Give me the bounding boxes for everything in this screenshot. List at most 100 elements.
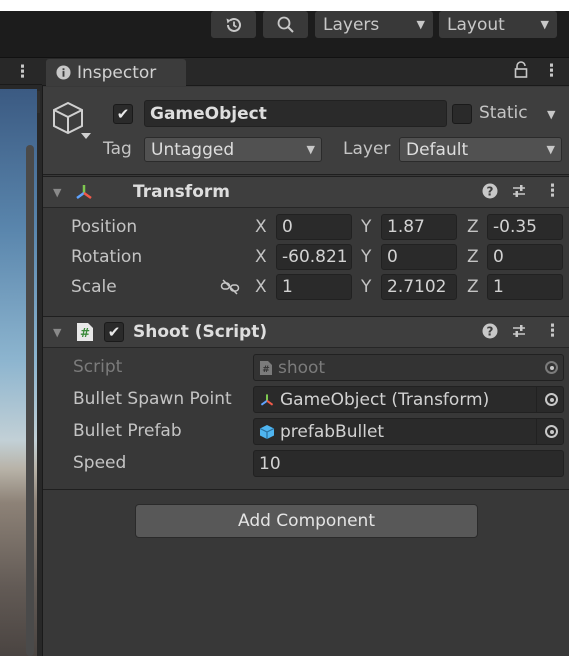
layers-label: Layers <box>323 14 380 35</box>
lock-icon <box>514 61 528 78</box>
static-dropdown-icon[interactable]: ▼ <box>547 108 555 121</box>
scale-x-value: 1 <box>282 277 293 297</box>
position-x-field[interactable]: 0 <box>276 214 352 240</box>
search-icon <box>277 16 294 33</box>
rotation-y-value: 0 <box>387 247 398 267</box>
rotation-y-axis[interactable]: Y <box>361 247 371 267</box>
rotation-z-value: 0 <box>493 247 504 267</box>
rotation-z-field[interactable]: 0 <box>487 244 563 270</box>
divider <box>536 419 537 444</box>
layer-label: Layer <box>343 139 391 159</box>
scale-x-field[interactable]: 1 <box>276 274 352 300</box>
svg-text:?: ? <box>487 185 494 199</box>
script-enabled-checkbox[interactable]: ✔ <box>104 322 124 342</box>
bullet-prefab-value: prefabBullet <box>280 421 385 442</box>
scale-label: Scale <box>71 277 117 297</box>
scale-y-value: 2.7102 <box>387 277 447 297</box>
layout-dropdown[interactable]: Layout ▼ <box>439 11 557 38</box>
rotation-z-axis[interactable]: Z <box>467 247 479 267</box>
speed-label: Speed <box>73 453 127 473</box>
tag-value: Untagged <box>151 139 235 160</box>
svg-text:?: ? <box>487 325 494 339</box>
panel-menu-icon[interactable]: ⋮ <box>14 62 31 82</box>
inspector-tab-label: Inspector <box>77 62 157 83</box>
tag-label: Tag <box>103 139 132 159</box>
bullet-spawn-value: GameObject (Transform) <box>280 389 490 410</box>
scale-z-axis[interactable]: Z <box>467 277 479 297</box>
position-x-axis[interactable]: X <box>255 217 267 237</box>
active-checkbox[interactable]: ✔ <box>113 104 133 124</box>
tag-dropdown[interactable]: Untagged ▼ <box>144 137 322 162</box>
layer-value: Default <box>406 139 469 160</box>
rotation-x-field[interactable]: -60.821 <box>276 244 352 270</box>
object-picker-icon[interactable] <box>545 393 558 406</box>
bullet-spawn-field[interactable]: GameObject (Transform) <box>253 386 564 413</box>
layout-label: Layout <box>447 14 505 35</box>
gameobject-name: GameObject <box>150 103 267 124</box>
position-z-axis[interactable]: Z <box>467 217 479 237</box>
scale-x-axis[interactable]: X <box>255 277 267 297</box>
bullet-prefab-label: Bullet Prefab <box>73 421 182 441</box>
tab-inspector[interactable]: Inspector <box>46 59 186 86</box>
speed-field[interactable]: 10 <box>253 450 564 477</box>
help-button[interactable]: ? <box>482 183 498 204</box>
component-menu-icon[interactable]: ⋮ <box>544 181 561 201</box>
bullet-prefab-field[interactable]: prefabBullet <box>253 418 564 445</box>
scale-y-axis[interactable]: Y <box>361 277 371 297</box>
static-checkbox[interactable] <box>452 104 472 124</box>
speed-value: 10 <box>259 453 281 474</box>
transform-axes-icon <box>260 393 274 406</box>
csharp-script-icon: # <box>260 360 272 375</box>
transform-title: Transform <box>133 182 230 202</box>
position-z-value: -0.35 <box>493 217 537 237</box>
script-value: shoot <box>278 357 326 378</box>
gameobject-name-field[interactable]: GameObject <box>144 100 447 127</box>
object-picker-icon[interactable] <box>545 425 558 438</box>
section-divider <box>43 489 569 490</box>
prefab-cube-icon <box>259 424 275 439</box>
presets-button[interactable] <box>511 183 527 204</box>
svg-text:#: # <box>80 326 90 340</box>
scale-y-field[interactable]: 2.7102 <box>381 274 457 300</box>
help-icon: ? <box>482 183 498 199</box>
lock-button[interactable] <box>514 61 528 84</box>
add-component-button[interactable]: Add Component <box>135 504 478 538</box>
foldout-arrow-icon[interactable]: ▼ <box>53 186 61 199</box>
csharp-script-icon: # <box>77 323 93 341</box>
unlinked-icon <box>220 279 240 295</box>
sliders-icon <box>513 325 525 337</box>
rotation-label: Rotation <box>71 247 143 267</box>
transform-icon <box>74 182 94 207</box>
chevron-down-icon: ▼ <box>540 18 549 31</box>
search-button[interactable] <box>263 11 308 38</box>
shoot-script-title: Shoot (Script) <box>133 322 268 342</box>
history-button[interactable] <box>211 11 256 38</box>
gameobject-icon[interactable] <box>50 100 98 149</box>
rotation-y-field[interactable]: 0 <box>381 244 457 270</box>
help-icon: ? <box>482 323 498 339</box>
position-z-field[interactable]: -0.35 <box>487 214 563 240</box>
scene-scrollbar[interactable] <box>26 145 34 656</box>
object-picker-icon <box>545 361 558 374</box>
rotation-x-axis[interactable]: X <box>255 247 267 267</box>
help-button[interactable]: ? <box>482 323 498 344</box>
divider <box>536 387 537 412</box>
layer-dropdown[interactable]: Default ▼ <box>399 137 562 162</box>
sliders-icon <box>513 185 525 197</box>
inspector-menu-icon[interactable]: ⋮ <box>543 61 560 81</box>
svg-text:#: # <box>262 365 270 375</box>
presets-button[interactable] <box>511 323 527 344</box>
info-icon <box>56 65 71 80</box>
chevron-down-icon: ▼ <box>416 18 425 31</box>
position-y-field[interactable]: 1.87 <box>381 214 457 240</box>
component-menu-icon[interactable]: ⋮ <box>544 321 561 341</box>
static-label: Static <box>479 103 528 123</box>
scale-z-field[interactable]: 1 <box>487 274 563 300</box>
foldout-arrow-icon[interactable]: ▼ <box>53 326 61 339</box>
layers-dropdown[interactable]: Layers ▼ <box>315 11 433 38</box>
bullet-spawn-label: Bullet Spawn Point <box>73 389 232 409</box>
script-label: Script <box>73 357 123 377</box>
constrain-proportions-button[interactable] <box>220 279 240 300</box>
add-component-label: Add Component <box>237 511 375 531</box>
position-y-axis[interactable]: Y <box>361 217 371 237</box>
